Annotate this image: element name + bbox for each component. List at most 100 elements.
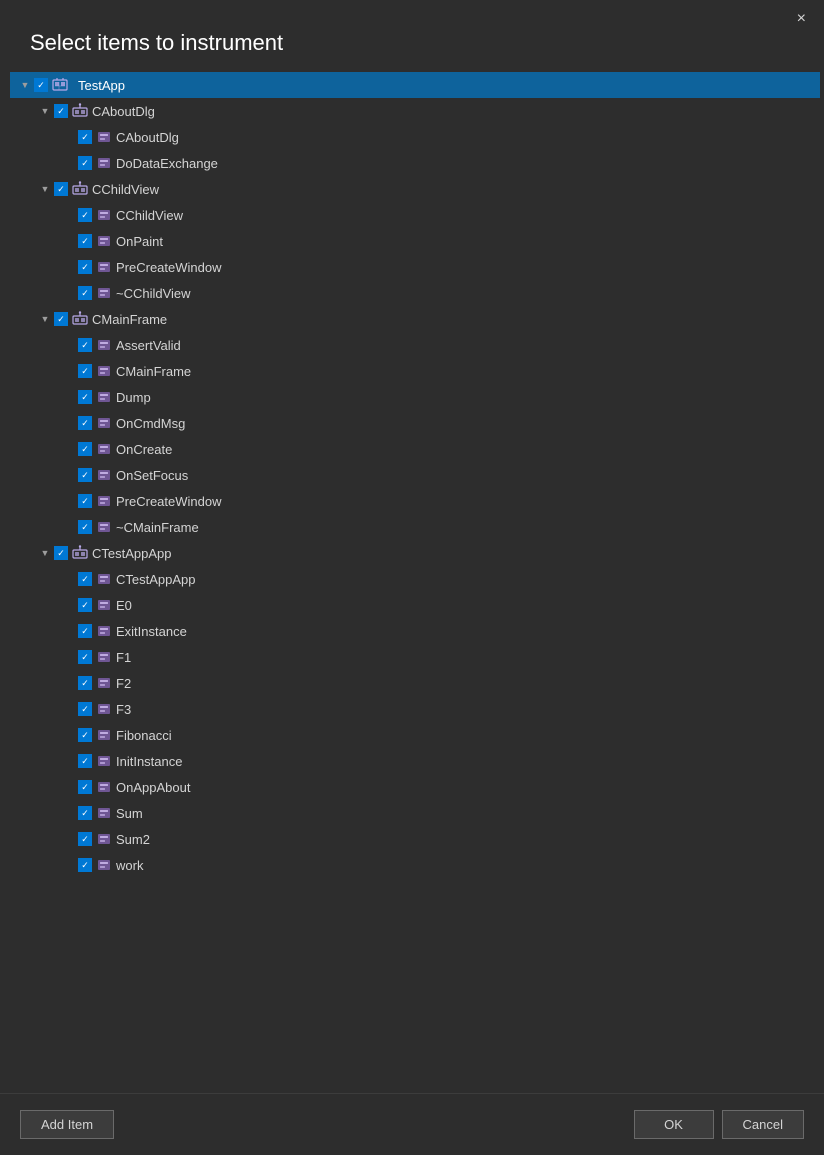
ok-button[interactable]: OK [634, 1110, 714, 1139]
method-icon-2-7 [96, 519, 112, 535]
class-icon-2 [72, 311, 88, 327]
checkbox-method-2-2[interactable] [78, 390, 92, 404]
checkbox-method-3-6[interactable] [78, 728, 92, 742]
item-label-method-3-3: F1 [116, 650, 131, 665]
checkbox-class-2[interactable] [54, 312, 68, 326]
tree-item-method-2-4[interactable]: OnCreate [10, 436, 820, 462]
tree-item-method-3-11[interactable]: work [10, 852, 820, 878]
tree-item-method-3-6[interactable]: Fibonacci [10, 722, 820, 748]
checkbox-method-3-10[interactable] [78, 832, 92, 846]
chevron-class-3 [38, 546, 52, 560]
chevron-class-0 [38, 104, 52, 118]
tree-item-method-1-1[interactable]: OnPaint [10, 228, 820, 254]
method-icon-3-2 [96, 623, 112, 639]
cancel-button[interactable]: Cancel [722, 1110, 804, 1139]
tree-item-method-2-5[interactable]: OnSetFocus [10, 462, 820, 488]
checkbox-method-3-9[interactable] [78, 806, 92, 820]
checkbox-method-3-5[interactable] [78, 702, 92, 716]
checkbox-class-0[interactable] [54, 104, 68, 118]
item-label-method-1-0: CChildView [116, 208, 183, 223]
item-label-method-1-3: ~CChildView [116, 286, 191, 301]
tree-item-root[interactable]: TestApp [10, 72, 820, 98]
close-button[interactable]: × [791, 8, 812, 30]
checkbox-method-3-1[interactable] [78, 598, 92, 612]
checkbox-method-3-8[interactable] [78, 780, 92, 794]
method-icon-3-5 [96, 701, 112, 717]
checkbox-method-2-3[interactable] [78, 416, 92, 430]
checkbox-class-1[interactable] [54, 182, 68, 196]
checkbox-method-1-1[interactable] [78, 234, 92, 248]
tree-item-method-3-7[interactable]: InitInstance [10, 748, 820, 774]
footer: Add Item OK Cancel [0, 1093, 824, 1155]
tree-item-method-2-7[interactable]: ~CMainFrame [10, 514, 820, 540]
method-icon-3-4 [96, 675, 112, 691]
tree-item-method-3-10[interactable]: Sum2 [10, 826, 820, 852]
checkbox-method-0-1[interactable] [78, 156, 92, 170]
item-label-method-3-4: F2 [116, 676, 131, 691]
method-icon-3-7 [96, 753, 112, 769]
checkbox-method-3-4[interactable] [78, 676, 92, 690]
tree-item-class-1[interactable]: CChildView [10, 176, 820, 202]
tree-item-class-2[interactable]: CMainFrame [10, 306, 820, 332]
tree-item-method-1-3[interactable]: ~CChildView [10, 280, 820, 306]
item-label-method-3-1: E0 [116, 598, 132, 613]
method-icon-2-6 [96, 493, 112, 509]
tree-item-method-3-9[interactable]: Sum [10, 800, 820, 826]
checkbox-method-3-2[interactable] [78, 624, 92, 638]
tree-item-method-0-0[interactable]: CAboutDlg [10, 124, 820, 150]
checkbox-method-2-6[interactable] [78, 494, 92, 508]
tree-item-class-0[interactable]: CAboutDlg [10, 98, 820, 124]
checkbox-method-3-0[interactable] [78, 572, 92, 586]
tree-item-method-3-3[interactable]: F1 [10, 644, 820, 670]
tree-item-method-2-1[interactable]: CMainFrame [10, 358, 820, 384]
item-label-method-3-0: CTestAppApp [116, 572, 196, 587]
checkbox-method-3-11[interactable] [78, 858, 92, 872]
checkbox-method-2-4[interactable] [78, 442, 92, 456]
class-icon-1 [72, 181, 88, 197]
checkbox-method-1-3[interactable] [78, 286, 92, 300]
checkbox-method-2-0[interactable] [78, 338, 92, 352]
checkbox-method-3-7[interactable] [78, 754, 92, 768]
checkbox-method-3-3[interactable] [78, 650, 92, 664]
item-label-method-2-1: CMainFrame [116, 364, 191, 379]
tree-item-method-2-2[interactable]: Dump [10, 384, 820, 410]
checkbox-method-2-7[interactable] [78, 520, 92, 534]
item-label-method-2-3: OnCmdMsg [116, 416, 185, 431]
item-label-class-0: CAboutDlg [92, 104, 155, 119]
tree-item-method-3-4[interactable]: F2 [10, 670, 820, 696]
tree-item-method-3-2[interactable]: ExitInstance [10, 618, 820, 644]
item-label-method-3-10: Sum2 [116, 832, 150, 847]
checkbox-root[interactable] [34, 78, 48, 92]
method-icon-2-4 [96, 441, 112, 457]
checkbox-method-1-0[interactable] [78, 208, 92, 222]
item-label-method-2-5: OnSetFocus [116, 468, 188, 483]
method-icon-2-3 [96, 415, 112, 431]
item-label-method-0-0: CAboutDlg [116, 130, 179, 145]
tree-item-method-3-8[interactable]: OnAppAbout [10, 774, 820, 800]
tree-item-method-0-1[interactable]: DoDataExchange [10, 150, 820, 176]
checkbox-method-1-2[interactable] [78, 260, 92, 274]
tree-container[interactable]: TestApp CAboutDlg CAboutDlg [10, 72, 824, 1093]
tree-item-class-3[interactable]: CTestAppApp [10, 540, 820, 566]
item-label-class-2: CMainFrame [92, 312, 167, 327]
tree-item-method-2-0[interactable]: AssertValid [10, 332, 820, 358]
item-label-method-2-7: ~CMainFrame [116, 520, 199, 535]
item-label-method-0-1: DoDataExchange [116, 156, 218, 171]
tree-item-method-2-3[interactable]: OnCmdMsg [10, 410, 820, 436]
dialog-title: Select items to instrument [0, 30, 824, 72]
method-icon-2-2 [96, 389, 112, 405]
checkbox-method-2-1[interactable] [78, 364, 92, 378]
method-icon-3-8 [96, 779, 112, 795]
tree-item-method-3-0[interactable]: CTestAppApp [10, 566, 820, 592]
class-icon-0 [72, 103, 88, 119]
checkbox-method-0-0[interactable] [78, 130, 92, 144]
add-item-button[interactable]: Add Item [20, 1110, 114, 1139]
chevron-class-1 [38, 182, 52, 196]
tree-item-method-1-2[interactable]: PreCreateWindow [10, 254, 820, 280]
tree-item-method-1-0[interactable]: CChildView [10, 202, 820, 228]
tree-item-method-3-1[interactable]: E0 [10, 592, 820, 618]
checkbox-method-2-5[interactable] [78, 468, 92, 482]
tree-item-method-2-6[interactable]: PreCreateWindow [10, 488, 820, 514]
checkbox-class-3[interactable] [54, 546, 68, 560]
tree-item-method-3-5[interactable]: F3 [10, 696, 820, 722]
